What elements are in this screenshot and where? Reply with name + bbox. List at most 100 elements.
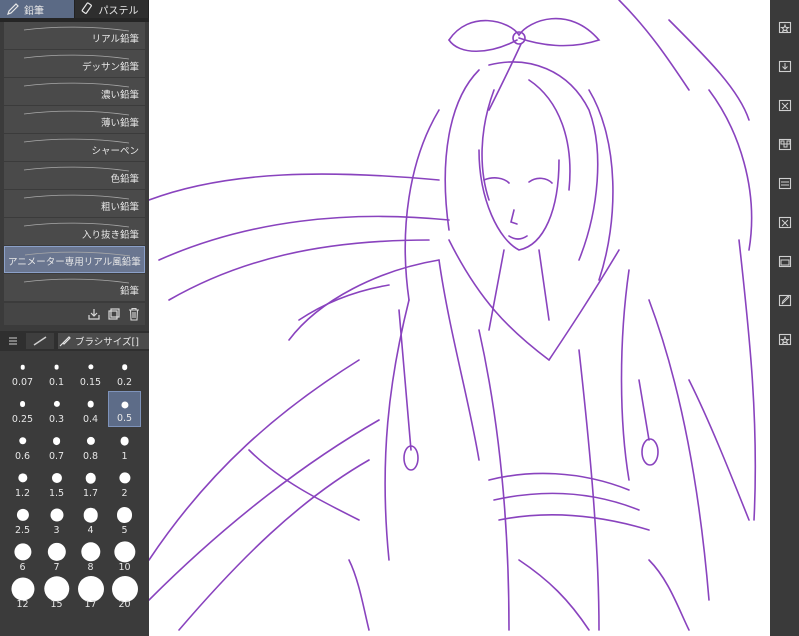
brush-size-cell[interactable]: 1.7	[74, 465, 107, 501]
brush-item-label: リアル鉛筆	[91, 34, 139, 45]
resize-icon[interactable]	[778, 215, 792, 229]
checker-icon[interactable]	[778, 137, 792, 151]
brush-size-value: 0.5	[116, 413, 133, 424]
brush-size-dot	[19, 401, 26, 407]
brush-list: リアル鉛筆デッサン鉛筆濃い鉛筆薄い鉛筆シャーペン 色鉛筆粗い鉛筆入り抜き鉛筆アニメ…	[4, 22, 145, 302]
brush-size-dot	[116, 507, 133, 523]
brush-item-label: 濃い鉛筆	[100, 90, 139, 101]
brush-item[interactable]: 薄い鉛筆	[4, 106, 145, 133]
tab-brush-shape[interactable]	[26, 333, 54, 349]
brush-size-cell[interactable]: 2	[108, 465, 141, 501]
import-icon[interactable]	[87, 307, 101, 321]
brush-size-cell[interactable]: 0.2	[108, 354, 141, 390]
brush-shape-icon	[33, 336, 47, 346]
layer-icon[interactable]	[778, 176, 792, 190]
tab-pastel[interactable]: パステル	[75, 0, 149, 18]
brush-size-cell[interactable]: 0.07	[6, 354, 39, 390]
brush-size-cell[interactable]: 0.25	[6, 391, 39, 427]
brush-item[interactable]: 粗い鉛筆	[4, 190, 145, 217]
brush-size-dot	[120, 436, 129, 446]
brush-size-value: 0.3	[48, 414, 65, 425]
brush-size-dot	[49, 508, 64, 522]
brush-item[interactable]: 鉛筆	[4, 274, 145, 301]
brush-size-header: ブラシサイズ[]	[0, 331, 149, 351]
brush-item[interactable]: 色鉛筆	[4, 162, 145, 189]
brush-item-label: 粗い鉛筆	[100, 202, 139, 213]
tool-panel: 鉛筆 パステル リアル鉛筆デッサン鉛筆濃い鉛筆薄い鉛筆シャーペン 色鉛筆粗い鉛筆入…	[0, 0, 149, 636]
brush-size-cell[interactable]: 6	[6, 539, 39, 575]
drawing-canvas[interactable]	[149, 0, 770, 636]
brush-size-value: 6	[19, 562, 26, 573]
brush-item[interactable]: 濃い鉛筆	[4, 78, 145, 105]
brush-size-value: 1.5	[48, 488, 65, 499]
brush-item-label: アニメーター専用リアル風鉛筆	[8, 257, 141, 268]
duplicate-icon[interactable]	[107, 307, 121, 321]
tab-pencil[interactable]: 鉛筆	[0, 0, 75, 18]
brush-size-cell[interactable]: 0.15	[74, 354, 107, 390]
brush-size-cell[interactable]: 5	[108, 502, 141, 538]
brush-size-cell[interactable]: 15	[40, 576, 73, 612]
brush-size-cell[interactable]: 20	[108, 576, 141, 612]
brush-size-dot	[17, 473, 28, 483]
brush-size-cell[interactable]: 8	[74, 539, 107, 575]
brush-size-value: 0.1	[48, 377, 65, 388]
brush-size-dot	[20, 364, 25, 370]
folder-icon[interactable]	[778, 254, 792, 268]
brush-size-value: 0.6	[14, 451, 31, 462]
brush-size-dot	[85, 472, 96, 484]
brush-size-cell[interactable]: 0.5	[108, 391, 141, 427]
brush-size-dot	[80, 542, 101, 562]
brush-size-cell[interactable]: 2.5	[6, 502, 39, 538]
brush-size-grid: 0.07 0.1 0.15 0.2 0.25 0.3 0.4 0.5 0.6 0.7 0.8 1 1.2…	[6, 354, 143, 612]
brush-size-cell[interactable]: 1.2	[6, 465, 39, 501]
brush-size-dot	[87, 364, 94, 370]
close-box-icon[interactable]	[778, 98, 792, 112]
menu-icon[interactable]	[6, 334, 20, 348]
brush-item[interactable]: リアル鉛筆	[4, 22, 145, 49]
brush-item-label: 薄い鉛筆	[100, 118, 139, 129]
brush-size-value: 10	[118, 562, 131, 573]
brush-item-label: 入り抜き鉛筆	[81, 230, 139, 241]
download-icon[interactable]	[778, 59, 792, 73]
pencil-icon	[7, 3, 19, 15]
brush-size-value: 2.5	[14, 525, 31, 536]
brush-size-cell[interactable]: 0.6	[6, 428, 39, 464]
brush-size-cell[interactable]: 1.5	[40, 465, 73, 501]
command-bar	[770, 0, 799, 636]
brush-size-value: 5	[121, 525, 128, 536]
brush-size-cell[interactable]: 10	[108, 539, 141, 575]
brush-size-cell[interactable]: 0.8	[74, 428, 107, 464]
brush-size-dot	[47, 542, 66, 562]
brush-item[interactable]: シャーペン	[4, 134, 145, 161]
brush-size-value: 1	[121, 451, 128, 462]
brush-size-value: 8	[87, 562, 94, 573]
brush-size-dot	[51, 472, 62, 484]
brush-size-value: 0.25	[11, 414, 34, 425]
brush-size-value: 0.15	[79, 377, 102, 388]
brush-size-cell[interactable]: 1	[108, 428, 141, 464]
tab-brush-size[interactable]: ブラシサイズ[]	[58, 333, 149, 349]
brush-size-value: 0.7	[48, 451, 65, 462]
brush-size-dot	[120, 401, 129, 409]
brush-item[interactable]: 入り抜き鉛筆	[4, 218, 145, 245]
brush-size-value: 4	[87, 525, 94, 536]
star-folder-icon[interactable]	[778, 332, 792, 346]
star-folder-icon[interactable]	[778, 20, 792, 34]
brush-size-value: 1.2	[14, 488, 31, 499]
brush-size-cell[interactable]: 0.1	[40, 354, 73, 390]
brush-size-cell[interactable]: 0.4	[74, 391, 107, 427]
tab-pencil-label: 鉛筆	[24, 5, 44, 17]
brush-size-cell[interactable]: 12	[6, 576, 39, 612]
brush-size-cell[interactable]: 17	[74, 576, 107, 612]
brush-size-cell[interactable]: 0.7	[40, 428, 73, 464]
brush-size-dot	[52, 437, 61, 445]
trash-icon[interactable]	[127, 307, 141, 321]
brush-size-value: 15	[50, 599, 63, 610]
brush-size-cell[interactable]: 4	[74, 502, 107, 538]
brush-size-cell[interactable]: 0.3	[40, 391, 73, 427]
brush-size-cell[interactable]: 3	[40, 502, 73, 538]
brush-item[interactable]: アニメーター専用リアル風鉛筆	[4, 246, 145, 273]
brush-item[interactable]: デッサン鉛筆	[4, 50, 145, 77]
brush-size-cell[interactable]: 7	[40, 539, 73, 575]
edit-icon[interactable]	[778, 293, 792, 307]
